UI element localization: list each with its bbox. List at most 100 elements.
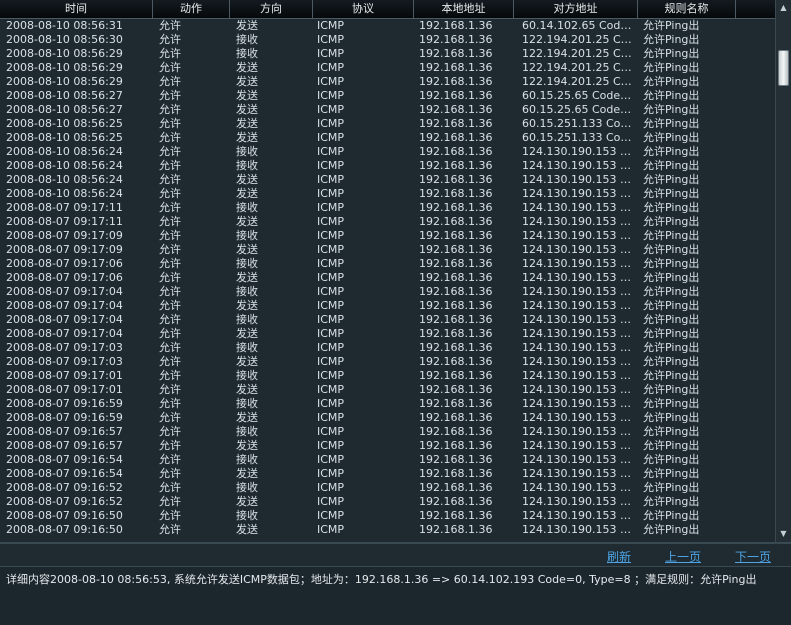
- table-row[interactable]: 2008-08-07 09:17:01 允许 发送 ICMP 192.168.1.36 1…: [0, 383, 775, 397]
- cell-remote-address: 124.130.190.153 Cod...: [522, 453, 636, 466]
- cell-direction: 发送: [236, 117, 258, 130]
- cell-protocol: ICMP: [317, 75, 345, 88]
- table-row[interactable]: 2008-08-10 08:56:25 允许 发送 ICMP 192.168.1.36 6…: [0, 131, 775, 145]
- table-row[interactable]: 2008-08-07 09:17:03 允许 发送 ICMP 192.168.1.36 1…: [0, 355, 775, 369]
- cell-action: 允许: [159, 397, 181, 410]
- next-page-link[interactable]: 下一页: [735, 548, 771, 565]
- cell-rule-name: 允许Ping出: [643, 299, 700, 312]
- table-row[interactable]: 2008-08-10 08:56:29 允许 接收 ICMP 192.168.1.36 1…: [0, 47, 775, 61]
- cell-protocol: ICMP: [317, 187, 345, 200]
- table-row[interactable]: 2008-08-07 09:16:54 允许 接收 ICMP 192.168.1.36 1…: [0, 453, 775, 467]
- table-row[interactable]: 2008-08-07 09:16:52 允许 接收 ICMP 192.168.1.36 1…: [0, 481, 775, 495]
- table-row[interactable]: 2008-08-10 08:56:24 允许 接收 ICMP 192.168.1.36 1…: [0, 159, 775, 173]
- table-row[interactable]: 2008-08-07 09:16:59 允许 发送 ICMP 192.168.1.36 1…: [0, 411, 775, 425]
- cell-rule-name: 允许Ping出: [643, 383, 700, 396]
- column-header-protocol[interactable]: 协议: [313, 0, 414, 18]
- cell-remote-address: 124.130.190.153 Cod...: [522, 313, 636, 326]
- table-row[interactable]: 2008-08-07 09:17:11 允许 发送 ICMP 192.168.1.36 1…: [0, 215, 775, 229]
- table-row[interactable]: 2008-08-10 08:56:29 允许 发送 ICMP 192.168.1.36 1…: [0, 75, 775, 89]
- cell-action: 允许: [159, 117, 181, 130]
- table-row[interactable]: 2008-08-07 09:17:04 允许 发送 ICMP 192.168.1.36 1…: [0, 299, 775, 313]
- cell-time: 2008-08-07 09:17:06: [6, 271, 123, 284]
- table-row[interactable]: 2008-08-07 09:16:52 允许 发送 ICMP 192.168.1.36 1…: [0, 495, 775, 509]
- table-row[interactable]: 2008-08-07 09:16:57 允许 发送 ICMP 192.168.1.36 1…: [0, 439, 775, 453]
- table-row[interactable]: 2008-08-07 09:17:09 允许 发送 ICMP 192.168.1.36 1…: [0, 243, 775, 257]
- cell-action: 允许: [159, 523, 181, 536]
- cell-local-address: 192.168.1.36: [419, 229, 493, 242]
- scroll-thumb[interactable]: [778, 50, 789, 86]
- cell-remote-address: 124.130.190.153 Cod...: [522, 215, 636, 228]
- table-row[interactable]: 2008-08-07 09:16:50 允许 发送 ICMP 192.168.1.36 1…: [0, 523, 775, 537]
- table-row[interactable]: 2008-08-10 08:56:24 允许 发送 ICMP 192.168.1.36 1…: [0, 173, 775, 187]
- column-header-direction[interactable]: 方向: [230, 0, 313, 18]
- cell-local-address: 192.168.1.36: [419, 299, 493, 312]
- cell-protocol: ICMP: [317, 411, 345, 424]
- cell-time: 2008-08-10 08:56:24: [6, 159, 123, 172]
- table-row[interactable]: 2008-08-07 09:17:11 允许 接收 ICMP 192.168.1.36 1…: [0, 201, 775, 215]
- table-row[interactable]: 2008-08-07 09:16:54 允许 发送 ICMP 192.168.1.36 1…: [0, 467, 775, 481]
- table-row[interactable]: 2008-08-07 09:17:06 允许 接收 ICMP 192.168.1.36 1…: [0, 257, 775, 271]
- table-row[interactable]: 2008-08-07 09:16:59 允许 接收 ICMP 192.168.1.36 1…: [0, 397, 775, 411]
- cell-protocol: ICMP: [317, 509, 345, 522]
- cell-rule-name: 允许Ping出: [643, 159, 700, 172]
- cell-rule-name: 允许Ping出: [643, 61, 700, 74]
- column-header-remote-address[interactable]: 对方地址: [514, 0, 638, 18]
- table-row[interactable]: 2008-08-07 09:17:09 允许 接收 ICMP 192.168.1.36 1…: [0, 229, 775, 243]
- cell-action: 允许: [159, 257, 181, 270]
- table-row[interactable]: 2008-08-07 09:17:06 允许 发送 ICMP 192.168.1.36 1…: [0, 271, 775, 285]
- scroll-down-arrow-icon[interactable]: ▼: [776, 527, 791, 541]
- table-row[interactable]: 2008-08-10 08:56:25 允许 发送 ICMP 192.168.1.36 6…: [0, 117, 775, 131]
- cell-direction: 接收: [236, 397, 258, 410]
- cell-rule-name: 允许Ping出: [643, 145, 700, 158]
- table-row[interactable]: 2008-08-10 08:56:24 允许 接收 ICMP 192.168.1.36 1…: [0, 145, 775, 159]
- table-row[interactable]: 2008-08-10 08:56:30 允许 接收 ICMP 192.168.1.36 1…: [0, 33, 775, 47]
- column-header-local-address[interactable]: 本地地址: [414, 0, 514, 18]
- refresh-link[interactable]: 刷新: [607, 548, 631, 565]
- table-row[interactable]: 2008-08-07 09:17:01 允许 接收 ICMP 192.168.1.36 1…: [0, 369, 775, 383]
- cell-local-address: 192.168.1.36: [419, 439, 493, 452]
- cell-local-address: 192.168.1.36: [419, 481, 493, 494]
- table-row[interactable]: 2008-08-07 09:17:04 允许 发送 ICMP 192.168.1.36 1…: [0, 327, 775, 341]
- table-row[interactable]: 2008-08-10 08:56:29 允许 发送 ICMP 192.168.1.36 1…: [0, 61, 775, 75]
- cell-rule-name: 允许Ping出: [643, 215, 700, 228]
- cell-time: 2008-08-07 09:17:11: [6, 215, 123, 228]
- cell-action: 允许: [159, 299, 181, 312]
- cell-local-address: 192.168.1.36: [419, 327, 493, 340]
- cell-remote-address: 122.194.201.25 Cod...: [522, 75, 636, 88]
- cell-local-address: 192.168.1.36: [419, 285, 493, 298]
- cell-remote-address: 124.130.190.153 Cod...: [522, 201, 636, 214]
- table-row[interactable]: 2008-08-07 09:16:57 允许 接收 ICMP 192.168.1.36 1…: [0, 425, 775, 439]
- previous-page-link[interactable]: 上一页: [665, 548, 701, 565]
- cell-remote-address: 124.130.190.153 Cod...: [522, 271, 636, 284]
- cell-rule-name: 允许Ping出: [643, 229, 700, 242]
- cell-action: 允许: [159, 285, 181, 298]
- cell-time: 2008-08-07 09:16:54: [6, 467, 123, 480]
- cell-direction: 接收: [236, 47, 258, 60]
- cell-local-address: 192.168.1.36: [419, 117, 493, 130]
- cell-rule-name: 允许Ping出: [643, 19, 700, 32]
- cell-protocol: ICMP: [317, 243, 345, 256]
- cell-action: 允许: [159, 411, 181, 424]
- table-row[interactable]: 2008-08-07 09:17:04 允许 接收 ICMP 192.168.1.36 1…: [0, 313, 775, 327]
- cell-local-address: 192.168.1.36: [419, 145, 493, 158]
- cell-local-address: 192.168.1.36: [419, 173, 493, 186]
- table-row[interactable]: 2008-08-10 08:56:27 允许 发送 ICMP 192.168.1.36 6…: [0, 89, 775, 103]
- detail-text: 详细内容2008-08-10 08:56:53, 系统允许发送ICMP数据包；地…: [6, 573, 757, 586]
- table-row[interactable]: 2008-08-10 08:56:31 允许 发送 ICMP 192.168.1.36 6…: [0, 19, 775, 33]
- cell-remote-address: 124.130.190.153 Cod...: [522, 509, 636, 522]
- cell-direction: 发送: [236, 467, 258, 480]
- column-header-time[interactable]: 时间: [0, 0, 153, 18]
- vertical-scrollbar[interactable]: ▲ ▼: [775, 0, 791, 542]
- cell-remote-address: 124.130.190.153 Cod...: [522, 187, 636, 200]
- table-row[interactable]: 2008-08-10 08:56:24 允许 发送 ICMP 192.168.1.36 1…: [0, 187, 775, 201]
- table-row[interactable]: 2008-08-07 09:17:03 允许 接收 ICMP 192.168.1.36 1…: [0, 341, 775, 355]
- column-header-action[interactable]: 动作: [153, 0, 230, 18]
- table-row[interactable]: 2008-08-07 09:16:50 允许 接收 ICMP 192.168.1.36 1…: [0, 509, 775, 523]
- table-row[interactable]: 2008-08-10 08:56:27 允许 发送 ICMP 192.168.1.36 6…: [0, 103, 775, 117]
- table-row[interactable]: 2008-08-07 09:17:04 允许 接收 ICMP 192.168.1.36 1…: [0, 285, 775, 299]
- cell-action: 允许: [159, 173, 181, 186]
- cell-time: 2008-08-07 09:16:59: [6, 411, 123, 424]
- column-header-rule-name[interactable]: 规则名称: [638, 0, 736, 18]
- scroll-up-arrow-icon[interactable]: ▲: [776, 1, 791, 15]
- cell-action: 允许: [159, 131, 181, 144]
